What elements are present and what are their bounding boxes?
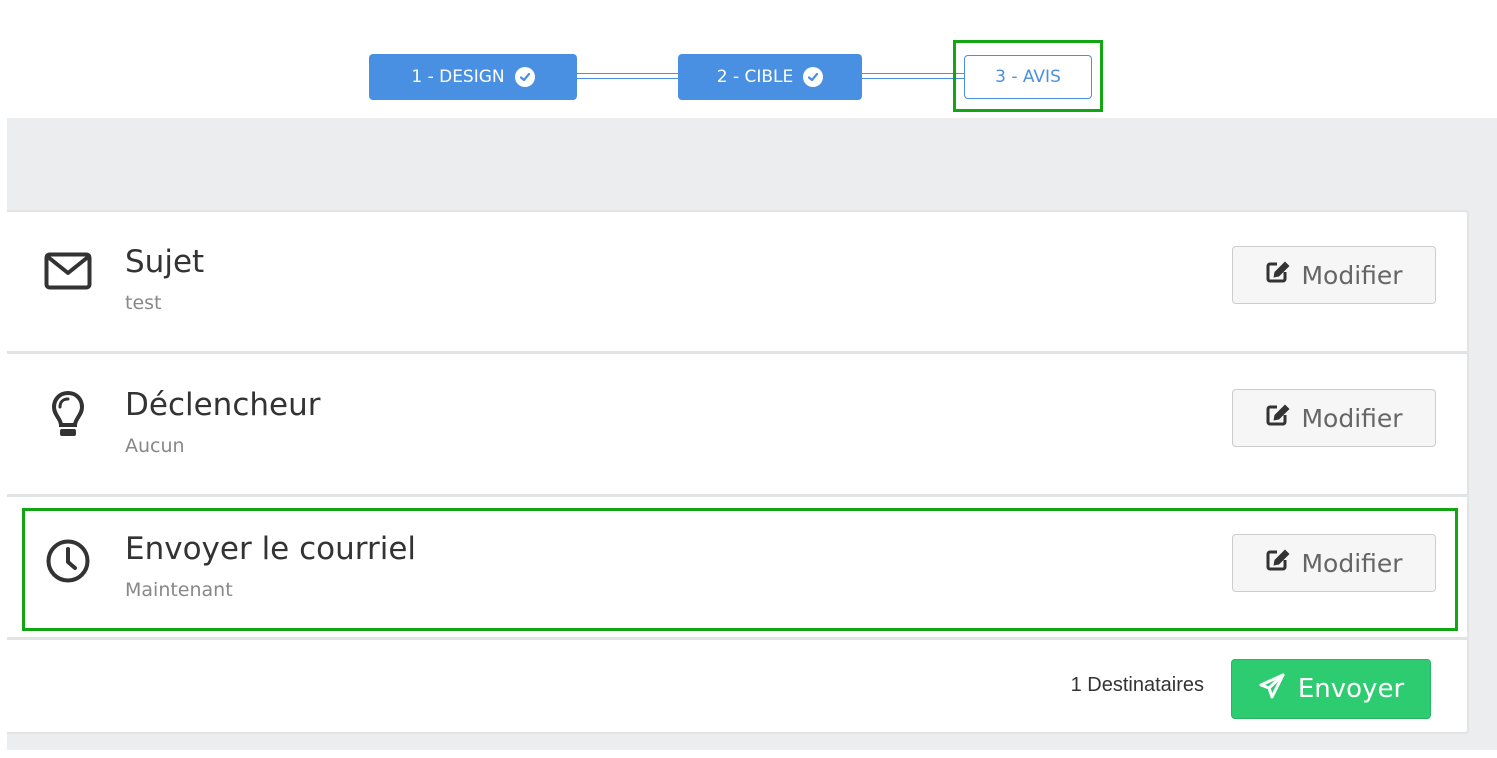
- highlight-box-step: [953, 40, 1103, 112]
- step-design[interactable]: 1 - DESIGN: [369, 54, 577, 100]
- step-connector: [862, 73, 964, 79]
- row-title: Déclencheur: [125, 387, 321, 423]
- modify-label: Modifier: [1301, 260, 1403, 290]
- edit-icon: [1265, 260, 1291, 290]
- row-value: test: [125, 292, 162, 314]
- lightbulb-icon: [41, 389, 95, 443]
- row-title: Sujet: [125, 244, 205, 280]
- check-icon: [514, 67, 535, 87]
- stepper: 1 - DESIGN 2 - CIBLE 3 - AVIS: [0, 0, 1497, 118]
- send-button[interactable]: Envoyer: [1231, 659, 1431, 719]
- row-subject: Sujet test Modifier: [7, 212, 1467, 354]
- modify-trigger-button[interactable]: Modifier: [1232, 389, 1436, 447]
- paper-plane-icon: [1258, 672, 1286, 707]
- envelope-icon: [41, 244, 95, 298]
- card-footer: 1 Destinataires Envoyer: [7, 644, 1467, 734]
- modify-label: Modifier: [1301, 403, 1403, 433]
- row-trigger: Déclencheur Aucun Modifier: [7, 355, 1467, 497]
- edit-icon: [1265, 403, 1291, 433]
- step-label: 1 - DESIGN: [411, 67, 505, 87]
- row-value: Aucun: [125, 435, 185, 457]
- step-cible[interactable]: 2 - CIBLE: [678, 54, 862, 100]
- send-label: Envoyer: [1297, 674, 1405, 704]
- step-connector: [577, 73, 678, 79]
- check-icon: [803, 67, 824, 87]
- recipients-count: 1 Destinataires: [1070, 674, 1204, 696]
- summary-card: Sujet test Modifier Déclencheur Aucun Mo…: [7, 210, 1469, 734]
- modify-subject-button[interactable]: Modifier: [1232, 246, 1436, 304]
- step-label: 2 - CIBLE: [716, 67, 794, 87]
- highlight-box-row: [22, 508, 1458, 631]
